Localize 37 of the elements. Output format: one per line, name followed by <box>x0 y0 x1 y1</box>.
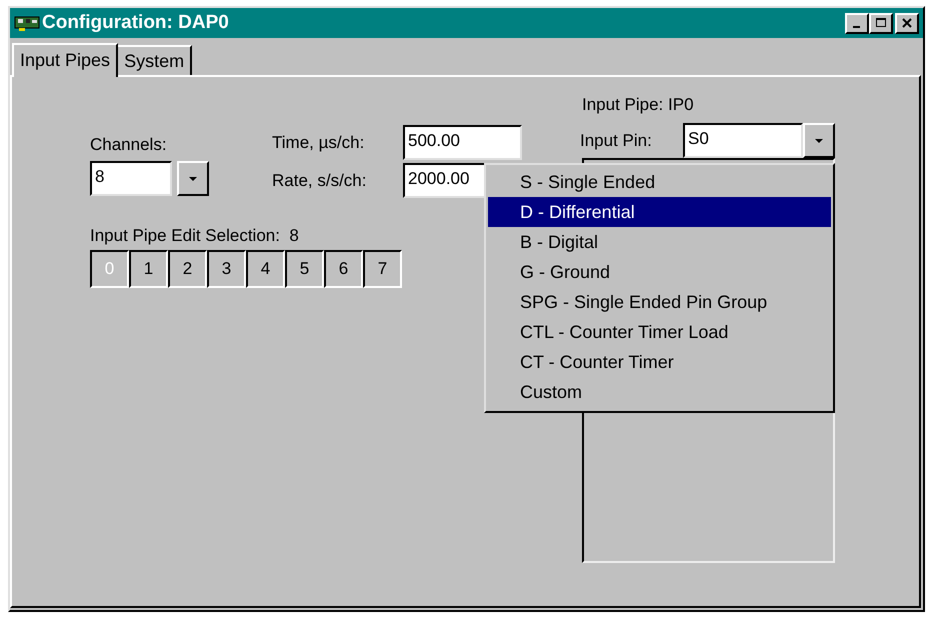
close-icon <box>901 17 913 29</box>
pipe-button[interactable]: 4 <box>246 250 285 288</box>
minimize-button[interactable] <box>845 12 869 34</box>
tab[interactable]: Input Pipes <box>12 43 118 77</box>
window-title: Configuration: DAP0 <box>42 12 230 34</box>
caret-icon <box>188 176 198 182</box>
pipe-button[interactable]: 6 <box>324 250 363 288</box>
time-field[interactable]: 500.00 <box>403 125 522 160</box>
time-label: Time, µs/ch: <box>272 132 366 152</box>
input-pipe-label: Input Pipe: IP0 <box>582 95 695 115</box>
dropdown-option[interactable]: Custom <box>488 377 831 407</box>
minimize-icon <box>852 26 860 28</box>
pipe-button[interactable]: 7 <box>363 250 402 288</box>
channels-field[interactable]: 8 <box>90 161 172 196</box>
rate-label: Rate, s/s/ch: <box>272 170 368 190</box>
dropdown-button[interactable] <box>177 161 209 196</box>
caret-icon <box>814 138 824 144</box>
pipe-button[interactable]: 2 <box>168 250 207 288</box>
pipe-button[interactable]: 1 <box>129 250 168 288</box>
dropdown-option[interactable]: CT - Counter Timer <box>488 347 831 377</box>
input-pin-field[interactable]: S0 <box>683 123 803 158</box>
channels-label: Channels: <box>90 135 168 155</box>
tab[interactable]: System <box>116 45 192 75</box>
dropdown-option[interactable]: B - Digital <box>488 227 831 257</box>
pipe-button[interactable]: 5 <box>285 250 324 288</box>
input-pin-label: Input Pin: <box>580 130 653 150</box>
dropdown-option[interactable]: D - Differential <box>488 197 831 227</box>
dropdown-option[interactable]: SPG - Single Ended Pin Group <box>488 287 831 317</box>
edit-selection-label: Input Pipe Edit Selection: 8 <box>90 226 299 246</box>
close-button[interactable] <box>895 12 919 34</box>
maximize-icon <box>875 17 887 29</box>
dropdown-option[interactable]: G - Ground <box>488 257 831 287</box>
dropdown-button[interactable] <box>803 123 835 158</box>
maximize-button[interactable] <box>869 12 893 34</box>
pipe-button[interactable]: 3 <box>207 250 246 288</box>
circuit-board-icon <box>14 15 40 31</box>
dropdown-option[interactable]: CTL - Counter Timer Load <box>488 317 831 347</box>
